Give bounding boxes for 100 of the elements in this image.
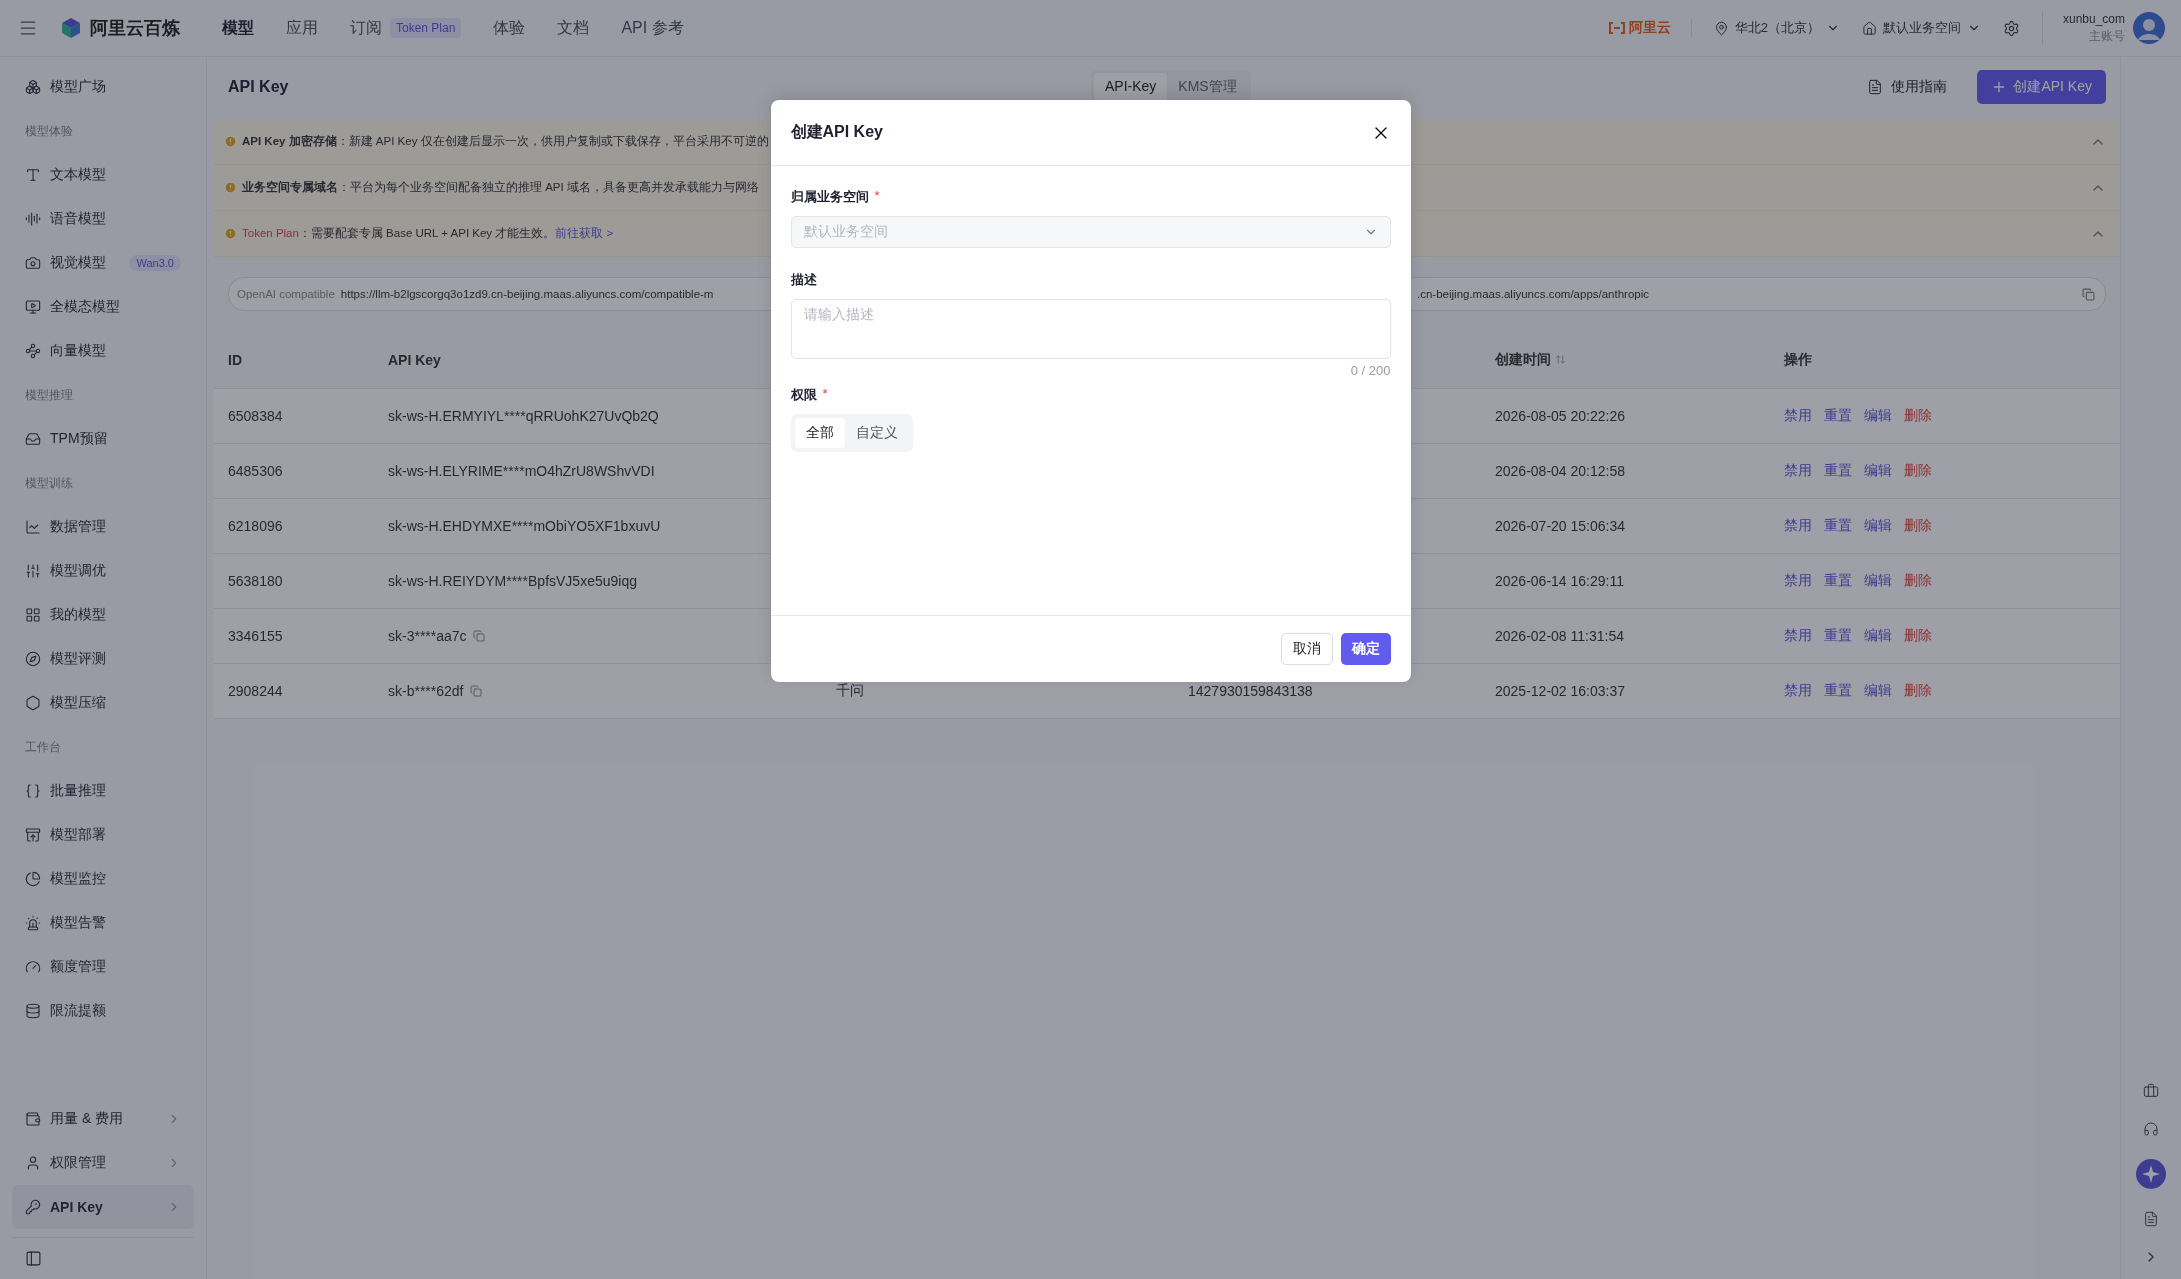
avatar[interactable] [2133,12,2165,44]
permission-option[interactable]: 全部 [794,418,845,448]
action-link[interactable]: 删除 [1904,462,1932,480]
compass-icon [25,651,41,667]
action-link[interactable]: 禁用 [1784,572,1812,590]
table-cell: 1427930159843138 [1188,683,1313,699]
action-link[interactable]: 重置 [1824,407,1852,425]
action-link[interactable]: 编辑 [1864,572,1892,590]
sidebar-item[interactable]: 批量推理 [12,769,194,813]
location-icon [1713,20,1729,36]
settings-icon[interactable] [2002,19,2020,37]
braces-icon [25,783,41,799]
table-cell: 2026-08-04 20:12:58 [1495,463,1625,479]
sort-icon [1555,354,1566,365]
table-cell: sk-b****62df [388,683,482,699]
tab[interactable]: KMS管理 [1167,73,1248,101]
sidebar-item[interactable]: 语音模型 [12,197,194,241]
sidebar-item[interactable]: 模型评测 [12,637,194,681]
notice-text: 业务空间专属域名：平台为每个业务空间配备独立的推理 API 域名，具备更高并发承载能力与网络 [242,180,759,195]
sidebar-item[interactable]: 用量 & 费用 [12,1097,194,1141]
nav-tab[interactable]: 文档 [557,17,590,39]
nav-tab[interactable]: 体验 [493,17,526,39]
action-link[interactable]: 编辑 [1864,682,1892,700]
sidebar-item[interactable]: 权限管理 [12,1141,194,1185]
action-link[interactable]: 删除 [1904,517,1932,535]
copy-icon[interactable] [2082,287,2095,301]
version-badge: Wan3.0 [129,255,181,271]
sidebar-item[interactable]: TPM预留 [12,417,194,461]
action-link[interactable]: 删除 [1904,627,1932,645]
action-link[interactable]: 禁用 [1784,682,1812,700]
sidebar-item[interactable]: 视觉模型 Wan3.0 [12,241,194,285]
headset-icon[interactable] [2143,1121,2159,1137]
logo-icon [60,17,82,39]
action-link[interactable]: 编辑 [1864,517,1892,535]
action-link[interactable]: 禁用 [1784,517,1812,535]
action-link[interactable]: 重置 [1824,462,1852,480]
action-link[interactable]: 重置 [1824,627,1852,645]
nav-tab[interactable]: API 参考 [621,17,684,39]
waveform-icon [25,211,41,227]
nav-tab[interactable]: 模型 [222,17,254,39]
assistant-icon[interactable] [2136,1159,2166,1189]
action-link[interactable]: 禁用 [1784,407,1812,425]
sidebar-item[interactable]: 向量模型 [12,329,194,373]
brand-link[interactable]: 阿里云 [1607,19,1692,37]
action-link[interactable]: 编辑 [1864,407,1892,425]
table-cell: sk-ws-H.REIYDYM****BpfsVJ5xe5u9iqg [388,573,637,589]
table-cell: sk-ws-H.ERMYIYL****qRRUohK27UvQb2Q [388,408,659,424]
action-link[interactable]: 编辑 [1864,462,1892,480]
table-cell: sk-ws-H.EHDYMXE****mObiYO5XF1bxuvU [388,518,661,534]
action-link[interactable]: 删除 [1904,572,1932,590]
sidebar-item[interactable]: 我的模型 [12,593,194,637]
create-button[interactable]: 创建API Key [1977,70,2106,104]
sidebar-item[interactable]: 模型广场 [12,65,194,109]
sidebar-item[interactable]: API Key [12,1185,194,1229]
boxes-icon [25,79,41,95]
sidebar-toggle-icon[interactable] [25,1250,42,1267]
sidebar-item[interactable]: 全模态模型 [12,285,194,329]
confirm-button[interactable]: 确定 [1340,633,1391,665]
action-link[interactable]: 禁用 [1784,462,1812,480]
action-link[interactable]: 重置 [1824,572,1852,590]
tab[interactable]: API-Key [1094,73,1168,101]
column-header[interactable]: 创建时间 [1495,350,1566,369]
action-link[interactable]: 删除 [1904,682,1932,700]
copy-icon[interactable] [472,630,485,642]
region-selector[interactable]: 华北2（北京） [1713,19,1840,37]
permission-option[interactable]: 自定义 [844,418,909,448]
sidebar-item[interactable]: 数据管理 [12,505,194,549]
sidebar-item[interactable]: 额度管理 [12,945,194,989]
action-link[interactable]: 删除 [1904,407,1932,425]
briefcase-icon[interactable] [2143,1083,2159,1099]
siren-icon [25,915,41,931]
endpoint-url: https://llm-b2lgscorgq3o1zd9.cn-beijing.maas.aliyuncs.com/compatible-m [340,288,714,300]
copy-icon[interactable] [469,685,482,697]
action-link[interactable]: 禁用 [1784,627,1812,645]
sidebar-item[interactable]: 限流提额 [12,989,194,1033]
user-icon [25,1155,41,1171]
sidebar-item[interactable]: 模型压缩 [12,681,194,725]
warning-icon [224,227,237,240]
sidebar-item[interactable]: 文本模型 [12,153,194,197]
workspace-selector[interactable]: 默认业务空间 [1861,19,1981,37]
pie-chart-icon [25,871,41,887]
sidebar-item[interactable]: 模型调优 [12,549,194,593]
notice-link[interactable]: 前往获取 > [555,227,614,239]
nav-tab[interactable]: 应用 [286,17,318,39]
table-cell: 6485306 [228,463,283,479]
action-link[interactable]: 编辑 [1864,627,1892,645]
nav-tab[interactable]: 订阅 Token Plan [350,17,462,39]
action-link[interactable]: 重置 [1824,517,1852,535]
sidebar-item[interactable]: 模型监控 [12,857,194,901]
sidebar-item[interactable]: 模型告警 [12,901,194,945]
section-heading: 工作台 [24,738,62,756]
database-icon [25,1003,41,1019]
document-icon[interactable] [2143,1211,2159,1227]
description-field[interactable]: 请输入描述 [790,299,1391,359]
action-link[interactable]: 重置 [1824,682,1852,700]
sidebar-item[interactable]: 模型部署 [12,813,194,857]
table-cell: 6218096 [228,518,283,534]
warning-icon [224,135,237,148]
guide-button[interactable]: 使用指南 [1861,77,1954,97]
cancel-button[interactable]: 取消 [1280,633,1333,665]
